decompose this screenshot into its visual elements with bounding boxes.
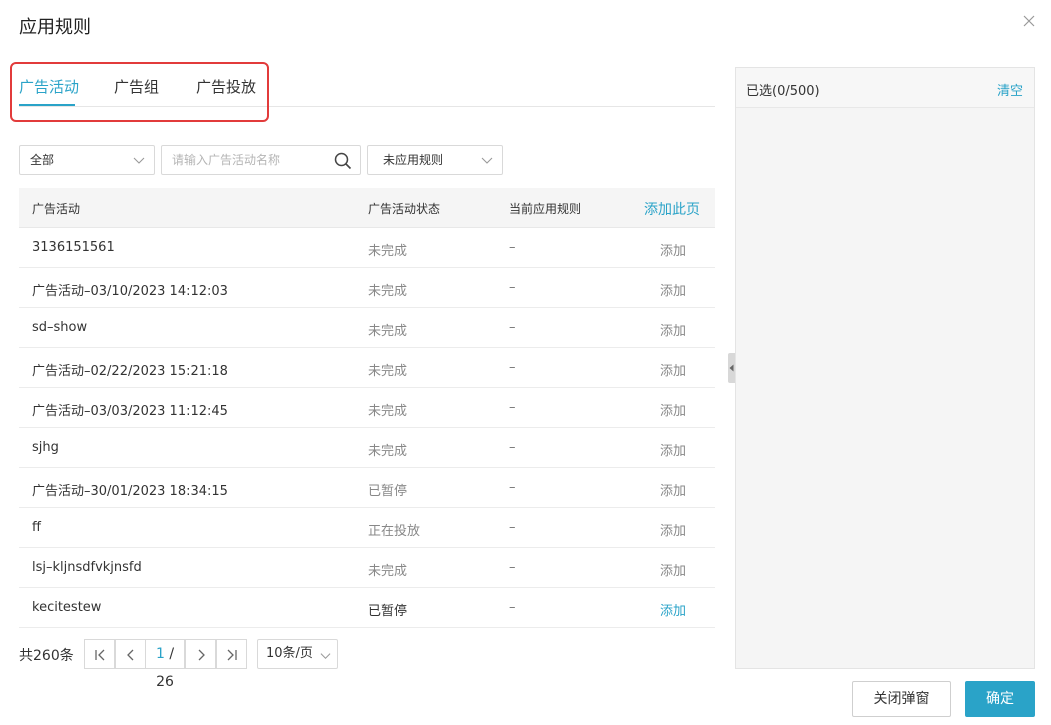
current-page[interactable]: 1 [156, 646, 165, 662]
add-button[interactable]: 添加 [660, 320, 686, 339]
chevron-down-icon [481, 157, 493, 164]
current-rule: – [509, 480, 516, 495]
campaign-name: 3136151561 [32, 240, 115, 255]
campaign-status: 正在投放 [368, 524, 421, 539]
campaign-name: 广告活动–03/03/2023 11:12:45 [32, 404, 228, 419]
add-button[interactable]: 添加 [660, 560, 686, 579]
last-page-icon [227, 649, 237, 661]
rule-filter-select[interactable]: 未应用规则 [367, 145, 503, 175]
table-row: kecitestew 已暂停 – 添加 [19, 588, 715, 628]
page-size-value: 10条/页 [266, 646, 313, 661]
campaign-status: 未完成 [368, 564, 408, 579]
add-button[interactable]: 添加 [660, 600, 686, 619]
add-button[interactable]: 添加 [660, 400, 686, 419]
table-row: 广告活动–02/22/2023 15:21:18 未完成 – 添加 [19, 348, 715, 388]
next-page-icon [198, 649, 205, 661]
current-rule: – [509, 440, 516, 455]
table-row: 广告活动–30/01/2023 18:34:15 已暂停 – 添加 [19, 468, 715, 508]
current-rule: – [509, 320, 516, 335]
prev-page-icon [127, 649, 134, 661]
close-icon[interactable] [1020, 12, 1038, 30]
page-size-select[interactable]: 10条/页 [257, 639, 338, 669]
last-page-button[interactable] [216, 639, 247, 669]
add-button[interactable]: 添加 [660, 480, 686, 499]
table-row: sjhg 未完成 – 添加 [19, 428, 715, 468]
campaign-status: 未完成 [368, 404, 408, 419]
dialog-title: 应用规则 [19, 17, 91, 38]
selected-count: 已选(0/500) [746, 84, 820, 99]
campaign-status: 未完成 [368, 364, 408, 379]
table-header: 广告活动 广告活动状态 当前应用规则 添加此页 [19, 188, 715, 228]
table-row: 3136151561 未完成 – 添加 [19, 228, 715, 268]
tabs-highlight-annotation [10, 62, 269, 122]
header-current-rule: 当前应用规则 [509, 202, 582, 216]
table-row: lsj–kljnsdfvkjnsfd 未完成 – 添加 [19, 548, 715, 588]
campaign-name: kecitestew [32, 600, 102, 615]
add-page-button[interactable]: 添加此页 [644, 199, 700, 219]
pagination: 共260条 1 / 26 10条/页 [19, 639, 419, 690]
campaign-status: 未完成 [368, 244, 408, 259]
first-page-button[interactable] [84, 639, 115, 669]
selected-items-panel: 已选(0/500) 清空 [735, 67, 1035, 669]
search-input[interactable] [172, 146, 332, 174]
header-campaign: 广告活动 [32, 202, 81, 216]
current-rule: – [509, 600, 516, 615]
campaign-name: 广告活动–30/01/2023 18:34:15 [32, 484, 228, 499]
add-button[interactable]: 添加 [660, 240, 686, 259]
campaign-status: 未完成 [368, 324, 408, 339]
add-button[interactable]: 添加 [660, 440, 686, 459]
campaign-status: 已暂停 [368, 604, 408, 619]
table-row: 广告活动–03/03/2023 11:12:45 未完成 – 添加 [19, 388, 715, 428]
scope-select-value: 全部 [30, 153, 55, 167]
campaign-name: 广告活动–03/10/2023 14:12:03 [32, 284, 228, 299]
current-rule: – [509, 400, 516, 415]
add-button[interactable]: 添加 [660, 520, 686, 539]
campaign-status: 已暂停 [368, 484, 408, 499]
panel-collapse-handle[interactable] [728, 353, 735, 383]
campaign-name: sd–show [32, 320, 88, 335]
campaign-name: 广告活动–02/22/2023 15:21:18 [32, 364, 228, 379]
current-rule: – [509, 240, 516, 255]
collapse-arrow-icon [729, 364, 734, 372]
campaign-name: ff [32, 520, 41, 535]
table-row: 广告活动–03/10/2023 14:12:03 未完成 – 添加 [19, 268, 715, 308]
table-row: sd–show 未完成 – 添加 [19, 308, 715, 348]
current-rule: – [509, 560, 516, 575]
campaign-status: 未完成 [368, 284, 408, 299]
chevron-down-icon [133, 157, 145, 164]
chevron-down-icon [320, 653, 331, 659]
close-dialog-button[interactable]: 关闭弹窗 [852, 681, 951, 717]
search-icon[interactable] [334, 152, 352, 170]
rule-filter-value: 未应用规则 [383, 153, 444, 167]
header-status: 广告活动状态 [368, 202, 441, 216]
total-count: 共260条 [19, 648, 74, 664]
add-button[interactable]: 添加 [660, 280, 686, 299]
prev-page-button[interactable] [115, 639, 146, 669]
campaign-name: sjhg [32, 440, 59, 455]
scope-select[interactable]: 全部 [19, 145, 155, 175]
search-field[interactable] [161, 145, 361, 175]
first-page-icon [95, 649, 105, 661]
current-rule: – [509, 280, 516, 295]
next-page-button[interactable] [185, 639, 216, 669]
clear-selection-link[interactable]: 清空 [997, 80, 1023, 99]
add-button[interactable]: 添加 [660, 360, 686, 379]
page-indicator: 1 / 26 [145, 639, 185, 690]
current-rule: – [509, 520, 516, 535]
table-row: ff 正在投放 – 添加 [19, 508, 715, 548]
campaign-name: lsj–kljnsdfvkjnsfd [32, 560, 142, 575]
selected-panel-header: 已选(0/500) 清空 [736, 68, 1034, 108]
current-rule: – [509, 360, 516, 375]
confirm-button[interactable]: 确定 [965, 681, 1035, 717]
campaign-status: 未完成 [368, 444, 408, 459]
campaign-table: 广告活动 广告活动状态 当前应用规则 添加此页 3136151561 未完成 –… [19, 188, 715, 628]
